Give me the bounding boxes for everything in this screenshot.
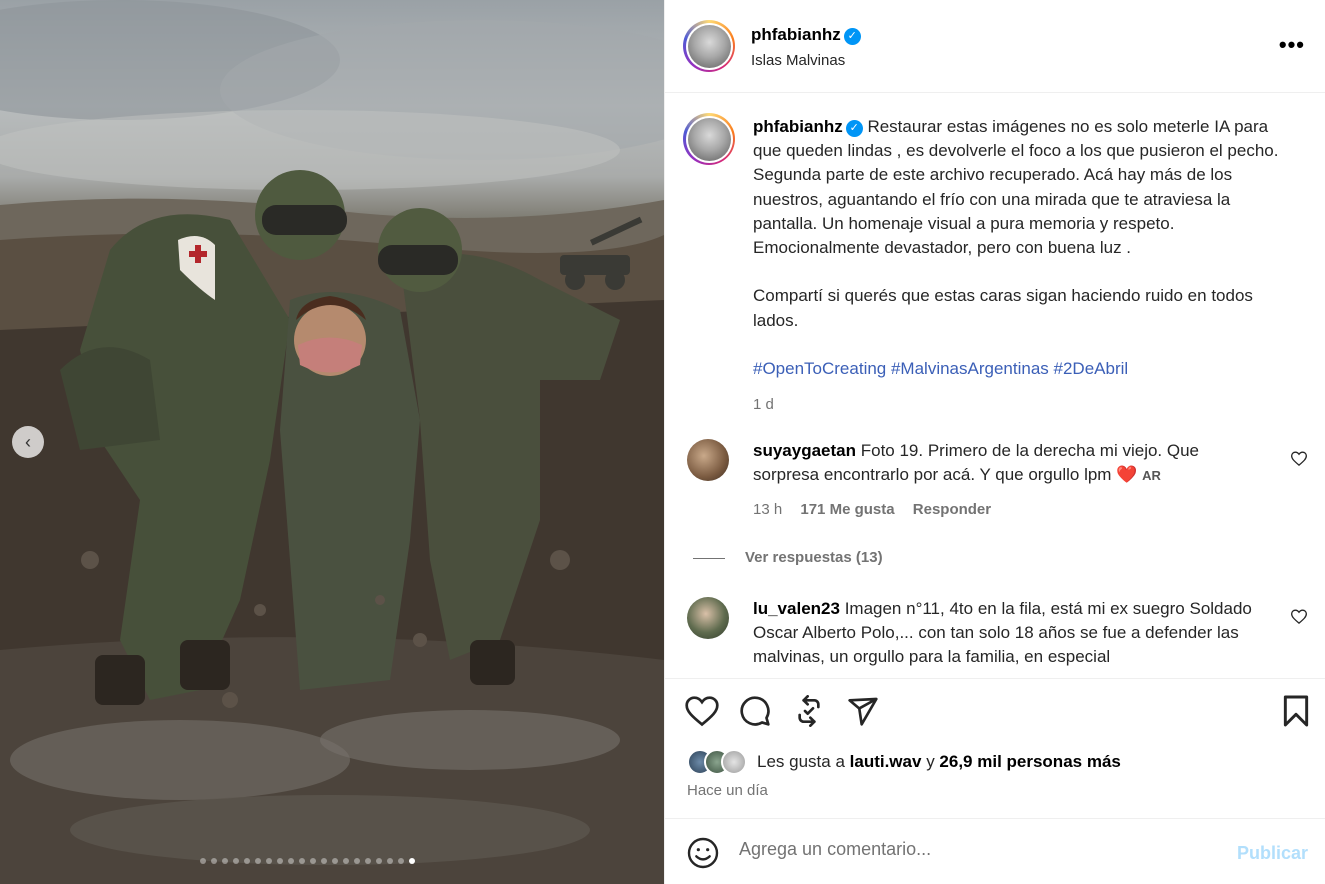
verified-badge-icon: ✓: [843, 28, 861, 45]
author-username[interactable]: phfabianhz: [751, 25, 841, 44]
comment-time: 13 h: [753, 501, 783, 518]
likes-prefix: Les gusta a: [757, 752, 845, 771]
comment-item: lu_valen23 Imagen n°11, 4to en la fila, …: [687, 597, 1308, 678]
heart-emoji: ❤️: [1116, 465, 1138, 485]
liker-avatar: [721, 749, 747, 775]
like-heart-icon[interactable]: [685, 695, 719, 732]
share-send-icon[interactable]: [847, 695, 879, 732]
carousel-dot: [354, 858, 360, 864]
post-time-ago: Hace un día: [687, 782, 768, 799]
caption-username[interactable]: phfabianhz: [753, 117, 843, 136]
author-avatar[interactable]: [683, 20, 735, 72]
post-location[interactable]: Islas Malvinas: [751, 52, 845, 69]
post-actions: Les gusta a lauti.wav y 26,9 mil persona…: [665, 678, 1325, 818]
flag-emoji: AR: [1142, 468, 1161, 484]
carousel-dot: [376, 858, 382, 864]
carousel-dot: [332, 858, 338, 864]
comments-list[interactable]: phfabianhz ✓ Restaurar estas imágenes no …: [665, 93, 1325, 678]
avatar-image: [687, 24, 731, 68]
add-comment-bar: Publicar: [665, 818, 1325, 884]
caption-hashtags[interactable]: #OpenToCreating #MalvinasArgentinas #2De…: [753, 359, 1128, 378]
carousel-dots: [200, 858, 415, 864]
carousel-dot: [288, 858, 294, 864]
save-bookmark-icon[interactable]: [1281, 695, 1311, 732]
view-replies-button[interactable]: Ver respuestas (13): [745, 549, 883, 566]
comment-bubble-icon[interactable]: [739, 695, 771, 732]
caption-text-paragraph-2: Compartí si querés que estas caras sigan…: [753, 286, 1253, 330]
carousel-dot: [200, 858, 206, 864]
caption-time: 1 d: [753, 396, 774, 414]
carousel-dot: [365, 858, 371, 864]
commenter-avatar[interactable]: [687, 439, 729, 481]
comment-username[interactable]: suyaygaetan: [753, 441, 856, 460]
carousel-dot: [409, 858, 415, 864]
caption-author-avatar[interactable]: [683, 113, 735, 165]
comment-text: lu_valen23 Imagen n°11, 4to en la fila, …: [753, 597, 1253, 670]
carousel-dot: [343, 858, 349, 864]
carousel-dot: [233, 858, 239, 864]
commenter-avatar[interactable]: [687, 597, 729, 639]
post-photo[interactable]: ‹: [0, 0, 664, 884]
likes-user[interactable]: lauti.wav: [850, 752, 922, 772]
carousel-dot: [244, 858, 250, 864]
carousel-dot: [211, 858, 217, 864]
comment-like-icon[interactable]: [1290, 609, 1308, 629]
carousel-dot: [222, 858, 228, 864]
verified-badge-icon: ✓: [845, 120, 863, 137]
carousel-dot: [277, 858, 283, 864]
photo-soldiers-illustration: [0, 0, 664, 884]
avatar-image: [687, 117, 731, 161]
carousel-dot: [266, 858, 272, 864]
carousel-dot: [310, 858, 316, 864]
reply-button[interactable]: Responder: [913, 501, 991, 518]
comment-input[interactable]: [739, 839, 1199, 860]
comment-username[interactable]: lu_valen23: [753, 599, 840, 618]
repost-icon[interactable]: [793, 695, 825, 732]
comment-likes[interactable]: 171 Me gusta: [800, 501, 894, 518]
post-header: phfabianhz ✓ Islas Malvinas •••: [665, 0, 1325, 93]
publish-button[interactable]: Publicar: [1237, 843, 1308, 864]
carousel-dot: [387, 858, 393, 864]
post-side-panel: phfabianhz ✓ Islas Malvinas ••• phfabianh…: [664, 0, 1325, 884]
carousel-prev-button[interactable]: ‹: [12, 426, 44, 458]
carousel-dot: [398, 858, 404, 864]
comment-text: suyaygaetan Foto 19. Primero de la derec…: [753, 439, 1253, 488]
carousel-dot: [321, 858, 327, 864]
more-options-icon[interactable]: •••: [1279, 34, 1305, 56]
caption-text-paragraph-1: Restaurar estas imágenes no es solo mete…: [753, 117, 1279, 258]
comment-meta: 13 h 171 Me gusta Responder: [753, 501, 1005, 518]
carousel-dot: [255, 858, 261, 864]
likes-join: y: [926, 752, 935, 771]
likes-summary[interactable]: Les gusta a lauti.wav y 26,9 mil persona…: [687, 749, 1121, 775]
comment-like-icon[interactable]: [1290, 451, 1308, 471]
likes-rest[interactable]: 26,9 mil personas más: [939, 752, 1120, 772]
carousel-dot: [299, 858, 305, 864]
emoji-icon[interactable]: [687, 837, 719, 874]
post-caption: phfabianhz ✓ Restaurar estas imágenes no …: [753, 115, 1298, 417]
comment-item: suyaygaetan Foto 19. Primero de la derec…: [687, 439, 1308, 559]
